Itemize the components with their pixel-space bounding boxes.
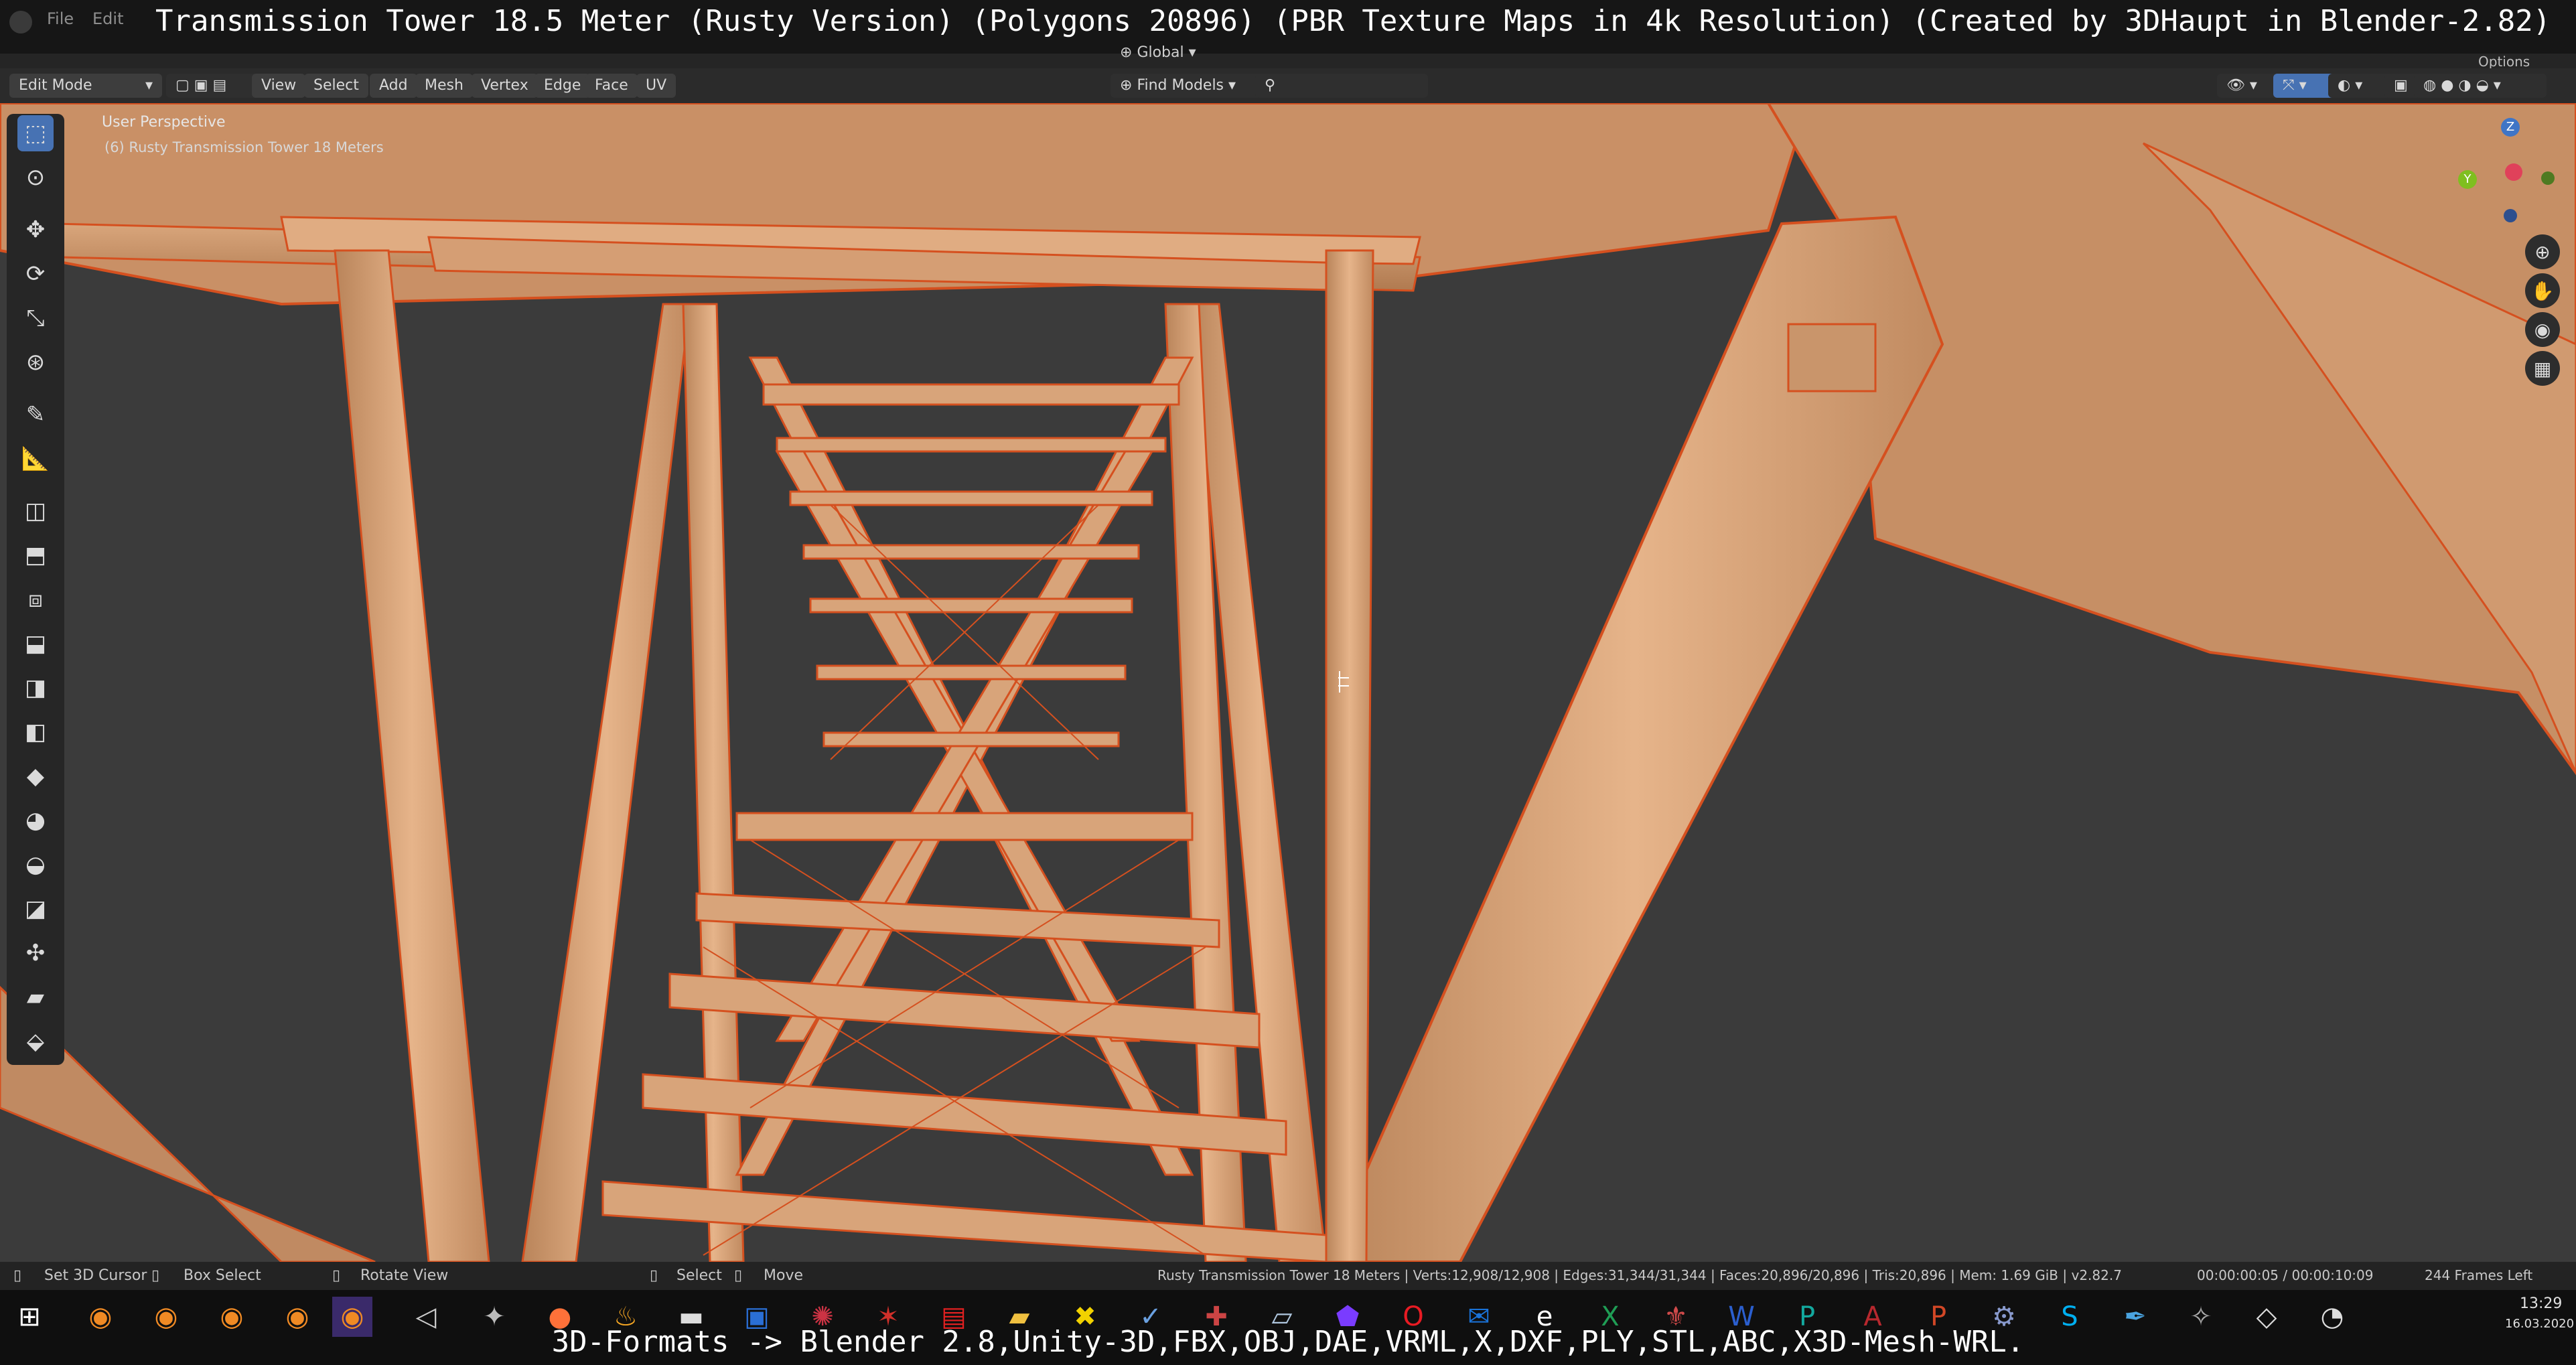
status-move: Move bbox=[764, 1267, 803, 1284]
3d-viewport[interactable]: User Perspective (6) Rusty Transmission … bbox=[0, 103, 2576, 1262]
poly-build-icon[interactable]: ◆ bbox=[17, 758, 54, 794]
loop-cut-icon[interactable]: ◨ bbox=[17, 670, 54, 706]
status-rotate-view: Rotate View bbox=[360, 1267, 449, 1284]
select-box-icon[interactable]: ⬚ bbox=[17, 115, 54, 151]
mouse-middle-icon: ▯ bbox=[151, 1267, 160, 1284]
taskbar-time: 13:29 bbox=[2520, 1295, 2563, 1312]
navigation-gizmo[interactable]: Z Y bbox=[2450, 117, 2557, 224]
frames-left: 244 Frames Left bbox=[2425, 1267, 2533, 1283]
menu-mesh[interactable]: Mesh bbox=[415, 74, 473, 98]
options-dropdown[interactable]: Options bbox=[2478, 54, 2530, 70]
mouse-left-icon-2: ▯ bbox=[650, 1267, 658, 1284]
title-caption: Transmission Tower 18.5 Meter (Rusty Ver… bbox=[155, 4, 2551, 38]
annotate-icon[interactable]: ✎ bbox=[17, 397, 54, 433]
grid-view-icon[interactable]: ▦ bbox=[2525, 351, 2560, 386]
zoom-icon[interactable]: ⊕ bbox=[2525, 234, 2560, 269]
view-name: User Perspective bbox=[102, 114, 226, 131]
scene-stats: Rusty Transmission Tower 18 Meters | Ver… bbox=[1157, 1267, 2122, 1283]
scale-icon[interactable]: ⤡ bbox=[17, 300, 54, 336]
status-set-cursor: Set 3D Cursor bbox=[44, 1267, 147, 1284]
object-name: (6) Rusty Transmission Tower 18 Meters bbox=[104, 139, 384, 155]
move-icon[interactable]: ✥ bbox=[17, 212, 54, 248]
rotate-icon[interactable]: ⟳ bbox=[17, 256, 54, 292]
add-cube-icon[interactable]: ◫ bbox=[17, 493, 54, 529]
mode-label: Edit Mode bbox=[19, 77, 92, 94]
playback-time: 00:00:00:05 / 00:00:10:09 bbox=[2197, 1267, 2374, 1283]
bottom-caption: 3D-Formats -> Blender 2.8,Unity-3D,FBX,O… bbox=[551, 1325, 2025, 1359]
bevel-icon[interactable]: ⬓ bbox=[17, 626, 54, 662]
smooth-icon[interactable]: ◒ bbox=[17, 847, 54, 883]
menu-face[interactable]: Face bbox=[585, 74, 638, 98]
gizmo-x-axis[interactable] bbox=[2505, 163, 2522, 181]
rip-region-icon[interactable]: ⬙ bbox=[17, 1023, 54, 1060]
select-mode-buttons[interactable]: ▢ ▣ ▤ bbox=[166, 74, 259, 98]
chevron-down-icon: ▾ bbox=[145, 77, 153, 94]
menu-edge[interactable]: Edge bbox=[534, 74, 591, 98]
inset-icon[interactable]: ⧈ bbox=[17, 581, 54, 618]
extrude-icon[interactable]: ⬒ bbox=[17, 537, 54, 573]
gizmo-neg-y-axis[interactable] bbox=[2541, 171, 2555, 185]
gizmo-neg-z-axis[interactable] bbox=[2504, 209, 2517, 222]
mouse-drag-icon: ▯ bbox=[734, 1267, 743, 1284]
tool-shelf: ⬚ ⊙ ✥ ⟳ ⤡ ⊛ ✎ 📐 ◫ ⬒ ⧈ ⬓ ◨ ◧ ◆ ◕ ◒ ◪ ✣ ▰ … bbox=[7, 114, 64, 1065]
cursor-icon[interactable]: ⊙ bbox=[17, 159, 54, 196]
pan-hand-icon[interactable]: ✋ bbox=[2525, 273, 2560, 308]
spin-icon[interactable]: ◕ bbox=[17, 802, 54, 839]
tower-mesh bbox=[0, 103, 2576, 1262]
menu-view[interactable]: View bbox=[252, 74, 306, 98]
measure-icon[interactable]: 📐 bbox=[17, 441, 54, 477]
knife-icon[interactable]: ◧ bbox=[17, 714, 54, 750]
menu-add[interactable]: Add bbox=[370, 74, 417, 98]
menu-vertex[interactable]: Vertex bbox=[472, 74, 538, 98]
search-input[interactable]: ⚲ bbox=[1255, 74, 1428, 98]
orientation-select[interactable]: ⊕ Global ▾ bbox=[1120, 44, 1196, 61]
status-box-select: Box Select bbox=[184, 1267, 261, 1284]
transform-icon[interactable]: ⊛ bbox=[17, 344, 54, 380]
shear-icon[interactable]: ▰ bbox=[17, 979, 54, 1015]
find-models-dropdown[interactable]: ⊕ Find Models ▾ bbox=[1111, 74, 1270, 98]
orientation-icon: ⊕ bbox=[1120, 44, 1137, 61]
gizmo-z-axis[interactable]: Z bbox=[2501, 118, 2520, 137]
shading-buttons[interactable]: ◍ ● ◑ ◒ ▾ bbox=[2414, 74, 2547, 98]
edge-slide-icon[interactable]: ◪ bbox=[17, 891, 54, 927]
gizmo-y-axis[interactable]: Y bbox=[2458, 170, 2477, 189]
menu-uv[interactable]: UV bbox=[636, 74, 676, 98]
globe-icon: ⊕ bbox=[1120, 77, 1137, 94]
mode-select[interactable]: Edit Mode ▾ bbox=[9, 74, 162, 98]
shrink-fatten-icon[interactable]: ✣ bbox=[17, 935, 54, 971]
menu-select[interactable]: Select bbox=[304, 74, 368, 98]
mouse-left-icon: ▯ bbox=[13, 1267, 22, 1284]
mouse-right-icon: ▯ bbox=[332, 1267, 341, 1284]
search-icon: ⚲ bbox=[1265, 77, 1276, 94]
tool-settings-row bbox=[0, 54, 2576, 68]
camera-icon[interactable]: ◉ bbox=[2525, 312, 2560, 347]
status-select: Select bbox=[676, 1267, 722, 1284]
